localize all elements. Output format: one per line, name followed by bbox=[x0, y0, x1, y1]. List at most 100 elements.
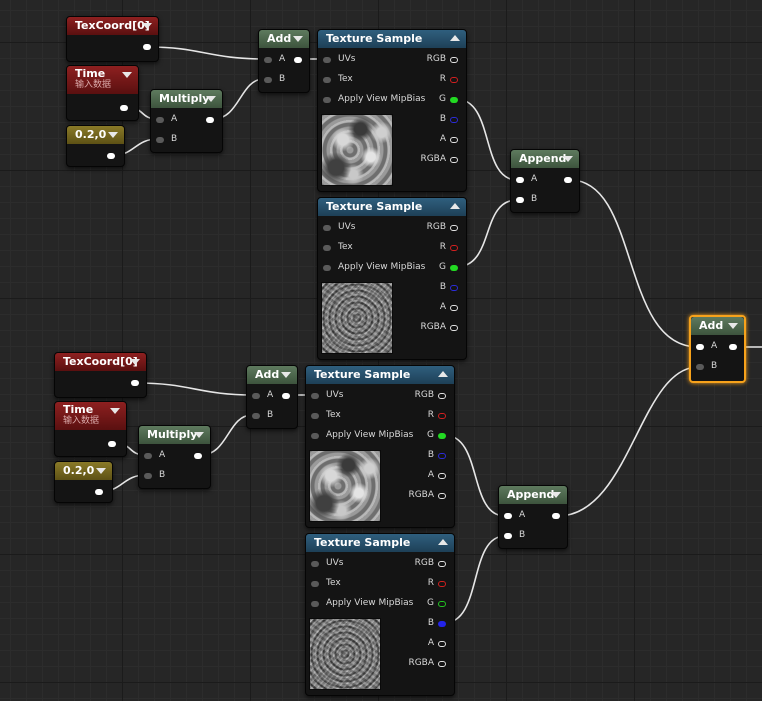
output-pin-r[interactable] bbox=[450, 245, 458, 251]
input-pin-b[interactable] bbox=[264, 77, 272, 83]
collapse-arrow-icon[interactable] bbox=[206, 96, 216, 102]
output-pin-b[interactable] bbox=[438, 621, 446, 627]
output-pin-rgba[interactable] bbox=[450, 325, 458, 331]
append-node-bottom[interactable]: Append A B bbox=[498, 485, 568, 549]
input-pin-mipbias[interactable] bbox=[323, 97, 331, 103]
collapse-arrow-icon[interactable] bbox=[142, 23, 152, 29]
input-pin-uvs[interactable] bbox=[323, 57, 331, 63]
input-pin-b[interactable] bbox=[504, 533, 512, 539]
collapse-arrow-icon[interactable] bbox=[728, 323, 738, 329]
output-pin-g[interactable] bbox=[438, 433, 446, 439]
node-header: Add bbox=[247, 366, 297, 384]
output-pin[interactable] bbox=[131, 380, 139, 386]
output-pin-rgba[interactable] bbox=[438, 661, 446, 667]
input-pin-mipbias[interactable] bbox=[311, 601, 319, 607]
constant-node-bottom[interactable]: 0.2,0 bbox=[54, 461, 113, 503]
output-pin-rgb[interactable] bbox=[450, 57, 458, 63]
add-node-bottom[interactable]: Add A B bbox=[246, 365, 298, 429]
output-pin[interactable] bbox=[564, 177, 572, 183]
output-pin[interactable] bbox=[194, 453, 202, 459]
input-pin-b[interactable] bbox=[144, 473, 152, 479]
output-pin-g[interactable] bbox=[450, 97, 458, 103]
output-pin-g[interactable] bbox=[438, 601, 446, 607]
texture-sample-node-2[interactable]: Texture Sample UVs Tex Apply View MipBia… bbox=[317, 197, 467, 360]
input-pin-b[interactable] bbox=[252, 413, 260, 419]
output-pin-b[interactable] bbox=[450, 117, 458, 123]
input-pin-a[interactable] bbox=[264, 57, 272, 63]
input-pin-uvs[interactable] bbox=[311, 561, 319, 567]
input-pin-mipbias[interactable] bbox=[311, 433, 319, 439]
collapse-arrow-icon[interactable] bbox=[450, 203, 460, 209]
output-pin[interactable] bbox=[143, 44, 151, 50]
texcoord-node-top[interactable]: TexCoord[0] bbox=[66, 16, 159, 62]
time-node-bottom[interactable]: Time 输入数据 bbox=[54, 401, 127, 457]
input-pin-a[interactable] bbox=[144, 453, 152, 459]
input-pin-b[interactable] bbox=[696, 364, 704, 370]
input-pin-mipbias[interactable] bbox=[323, 265, 331, 271]
constant-node-top[interactable]: 0.2,0 bbox=[66, 125, 125, 167]
output-pin[interactable] bbox=[282, 393, 290, 399]
multiply-node-bottom[interactable]: Multiply A B bbox=[138, 425, 211, 489]
output-pin-r[interactable] bbox=[450, 77, 458, 83]
collapse-arrow-icon[interactable] bbox=[194, 432, 204, 438]
collapse-arrow-icon[interactable] bbox=[293, 36, 303, 42]
collapse-arrow-icon[interactable] bbox=[551, 492, 561, 498]
output-pin[interactable] bbox=[108, 441, 116, 447]
output-pin-a[interactable] bbox=[450, 137, 458, 143]
output-pin[interactable] bbox=[120, 105, 128, 111]
input-pin-tex[interactable] bbox=[323, 77, 331, 83]
output-pin-b[interactable] bbox=[438, 453, 446, 459]
input-pin-a[interactable] bbox=[696, 344, 704, 350]
collapse-arrow-icon[interactable] bbox=[96, 468, 106, 474]
input-pin-a[interactable] bbox=[252, 393, 260, 399]
output-pin[interactable] bbox=[107, 153, 115, 159]
output-pin-a[interactable] bbox=[438, 641, 446, 647]
output-pin-r[interactable] bbox=[438, 413, 446, 419]
texcoord-node-bottom[interactable]: TexCoord[0] bbox=[54, 352, 147, 398]
output-label-a: A bbox=[439, 302, 446, 312]
input-pin-uvs[interactable] bbox=[323, 225, 331, 231]
collapse-arrow-icon[interactable] bbox=[110, 408, 120, 414]
collapse-arrow-icon[interactable] bbox=[108, 132, 118, 138]
output-pin-rgb[interactable] bbox=[438, 393, 446, 399]
input-pin-b[interactable] bbox=[156, 137, 164, 143]
multiply-node-top[interactable]: Multiply A B bbox=[150, 89, 223, 153]
material-graph-canvas[interactable]: TexCoord[0] Time 输入数据 0.2,0 Multiply A B … bbox=[0, 0, 762, 701]
input-pin-a[interactable] bbox=[156, 117, 164, 123]
output-pin[interactable] bbox=[552, 513, 560, 519]
output-pin-g[interactable] bbox=[450, 265, 458, 271]
texture-sample-node-4[interactable]: Texture Sample UVs Tex Apply View MipBia… bbox=[305, 533, 455, 696]
texture-sample-node-1[interactable]: Texture Sample UVs Tex Apply View MipBia… bbox=[317, 29, 467, 192]
input-pin-a[interactable] bbox=[504, 513, 512, 519]
collapse-arrow-icon[interactable] bbox=[122, 72, 132, 78]
input-pin-tex[interactable] bbox=[311, 581, 319, 587]
output-pin[interactable] bbox=[95, 489, 103, 495]
input-pin-b[interactable] bbox=[516, 197, 524, 203]
input-pin-uvs[interactable] bbox=[311, 393, 319, 399]
collapse-arrow-icon[interactable] bbox=[281, 372, 291, 378]
output-pin-rgba[interactable] bbox=[450, 157, 458, 163]
output-pin-a[interactable] bbox=[438, 473, 446, 479]
output-pin-rgba[interactable] bbox=[438, 493, 446, 499]
output-pin[interactable] bbox=[294, 57, 302, 63]
collapse-arrow-icon[interactable] bbox=[438, 539, 448, 545]
collapse-arrow-icon[interactable] bbox=[438, 371, 448, 377]
input-pin-a[interactable] bbox=[516, 177, 524, 183]
output-pin-b[interactable] bbox=[450, 285, 458, 291]
texture-sample-node-3[interactable]: Texture Sample UVs Tex Apply View MipBia… bbox=[305, 365, 455, 528]
add-node-final-selected[interactable]: Add A B bbox=[689, 315, 746, 383]
collapse-arrow-icon[interactable] bbox=[450, 35, 460, 41]
input-pin-tex[interactable] bbox=[311, 413, 319, 419]
append-node-top[interactable]: Append A B bbox=[510, 149, 580, 213]
output-pin[interactable] bbox=[206, 117, 214, 123]
input-pin-tex[interactable] bbox=[323, 245, 331, 251]
output-pin[interactable] bbox=[729, 344, 737, 350]
output-pin-r[interactable] bbox=[438, 581, 446, 587]
collapse-arrow-icon[interactable] bbox=[130, 359, 140, 365]
time-node-top[interactable]: Time 输入数据 bbox=[66, 65, 139, 121]
output-pin-rgb[interactable] bbox=[438, 561, 446, 567]
add-node-top[interactable]: Add A B bbox=[258, 29, 310, 93]
output-pin-a[interactable] bbox=[450, 305, 458, 311]
output-pin-rgb[interactable] bbox=[450, 225, 458, 231]
collapse-arrow-icon[interactable] bbox=[563, 156, 573, 162]
